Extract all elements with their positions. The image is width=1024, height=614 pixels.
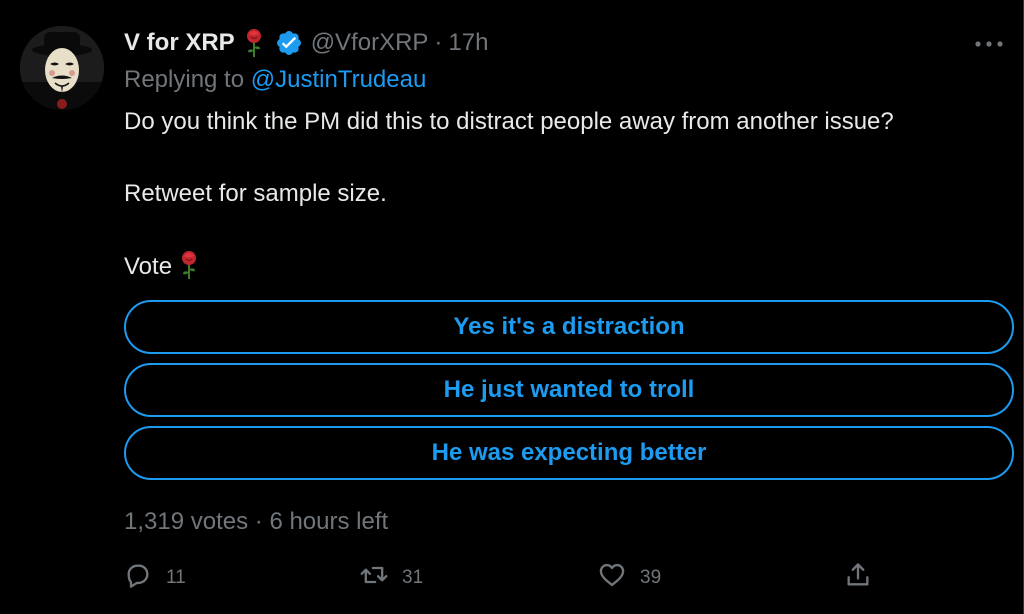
avatar[interactable] xyxy=(20,26,104,110)
heart-icon xyxy=(598,561,626,595)
poll-vote-count: 1,319 votes xyxy=(124,508,249,535)
tweet-actions: 11 31 39 xyxy=(124,560,884,596)
tweet-text: Do you think the PM did this to distract… xyxy=(124,106,1004,282)
poll-option-button[interactable]: He was expecting better xyxy=(124,426,1014,480)
share-icon xyxy=(844,561,872,595)
vote-label: Vote xyxy=(124,253,173,280)
tweet: V for XRP @VforXRP · 17h Replying to @Ju… xyxy=(0,0,1024,614)
mention-link[interactable]: @JustinTrudeau xyxy=(251,66,427,93)
more-icon[interactable] xyxy=(972,34,1006,54)
tweet-text-line: Do you think the PM did this to distract… xyxy=(124,108,894,135)
reply-icon xyxy=(124,561,152,595)
replying-to-label: Replying to xyxy=(124,66,245,93)
retweet-icon xyxy=(360,561,388,595)
like-button[interactable]: 39 xyxy=(598,560,661,596)
user-handle[interactable]: @VforXRP xyxy=(311,29,429,57)
poll-option-button[interactable]: He just wanted to troll xyxy=(124,363,1014,417)
rose-icon xyxy=(178,250,200,280)
like-count: 39 xyxy=(640,567,662,588)
retweet-count: 31 xyxy=(402,567,424,588)
tweet-text-line: Retweet for sample size. xyxy=(124,180,387,207)
reply-button[interactable]: 11 xyxy=(124,560,186,596)
retweet-button[interactable]: 31 xyxy=(360,560,423,596)
tweet-text-line: Vote xyxy=(124,250,1004,282)
separator-dot: · xyxy=(434,29,443,56)
tweet-header: V for XRP @VforXRP · 17h xyxy=(124,26,488,60)
reply-count: 11 xyxy=(166,567,186,588)
tweet-timestamp[interactable]: 17h xyxy=(448,29,488,57)
display-name[interactable]: V for XRP xyxy=(124,29,235,57)
replying-to: Replying to @JustinTrudeau xyxy=(124,66,426,94)
share-button[interactable] xyxy=(844,560,872,596)
poll: Yes it's a distraction He just wanted to… xyxy=(124,300,1014,489)
poll-option-button[interactable]: Yes it's a distraction xyxy=(124,300,1014,354)
verified-badge-icon xyxy=(275,29,303,57)
poll-time-left: 6 hours left xyxy=(269,508,389,535)
separator-dot: · xyxy=(254,508,263,535)
poll-meta: 1,319 votes · 6 hours left xyxy=(124,508,388,536)
rose-icon xyxy=(243,28,265,58)
